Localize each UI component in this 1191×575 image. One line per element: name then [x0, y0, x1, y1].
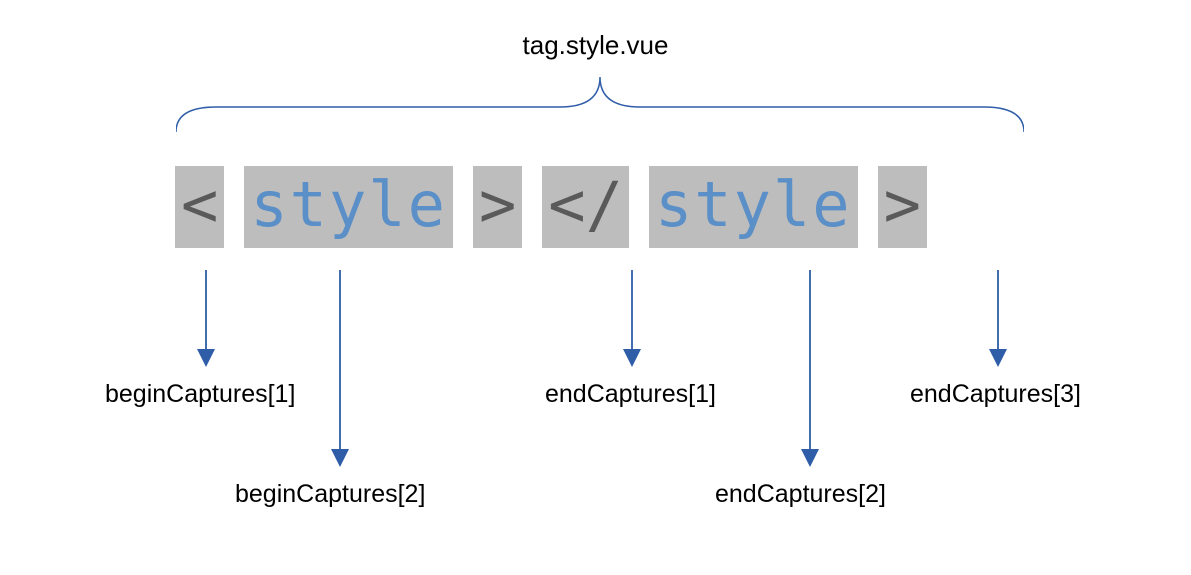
token-close-bracket: > — [473, 166, 522, 248]
token-row: < style > </ style > — [175, 166, 927, 248]
arrow-ec1 — [622, 270, 642, 370]
token-open-bracket: < — [175, 166, 224, 248]
token-end-open-bracket: </ — [542, 166, 629, 248]
arrow-bc1 — [196, 270, 216, 370]
label-end-captures-1: endCaptures[1] — [545, 380, 716, 409]
label-begin-captures-1: beginCaptures[1] — [105, 380, 295, 409]
arrow-bc2 — [330, 270, 350, 470]
token-style-open: style — [244, 166, 453, 248]
label-begin-captures-2: beginCaptures[2] — [235, 480, 425, 509]
label-end-captures-2: endCaptures[2] — [715, 480, 886, 509]
curly-brace — [176, 72, 1024, 137]
label-end-captures-3: endCaptures[3] — [910, 380, 1081, 409]
token-end-close-bracket: > — [878, 166, 927, 248]
arrow-ec3 — [988, 270, 1008, 370]
token-style-close: style — [649, 166, 858, 248]
top-label: tag.style.vue — [523, 30, 669, 61]
arrow-ec2 — [800, 270, 820, 470]
